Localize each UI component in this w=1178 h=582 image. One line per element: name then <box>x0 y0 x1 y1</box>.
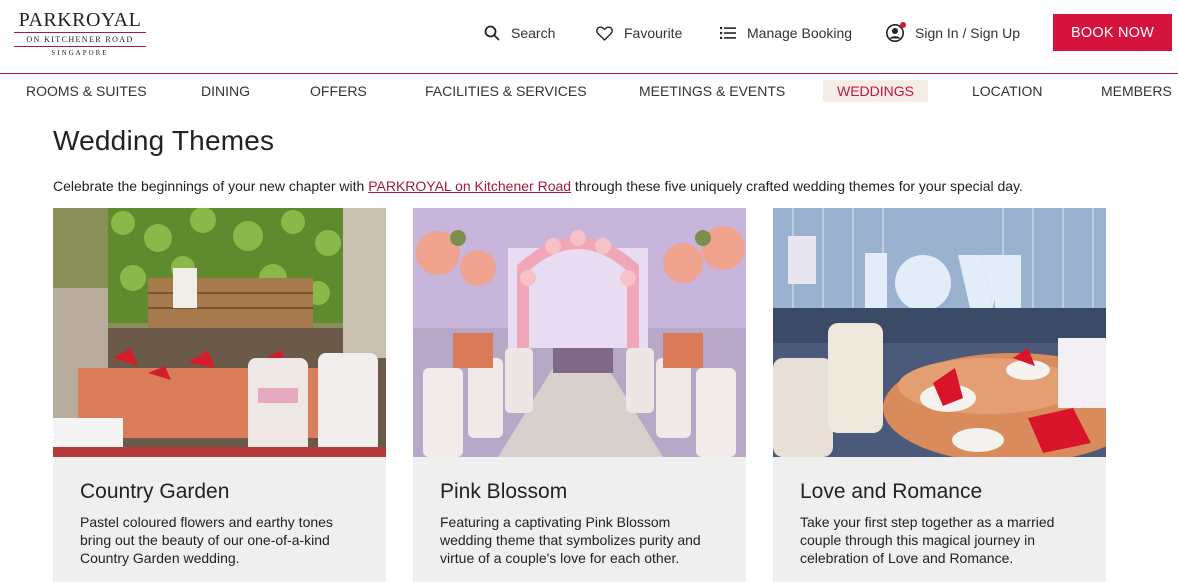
manage-booking-button[interactable]: Manage Booking <box>720 22 852 44</box>
intro-after: through these five uniquely crafted wedd… <box>571 178 1023 194</box>
logo-divider-2 <box>14 46 146 47</box>
pink-blossom-photo <box>413 208 746 457</box>
nav-rooms-suites[interactable]: ROOMS & SUITES <box>26 80 147 102</box>
nav-dining[interactable]: DINING <box>201 80 250 102</box>
site-header: PARKROYAL ON KITCHENER ROAD SINGAPORE Se… <box>0 0 1178 74</box>
card-title: Country Garden <box>80 480 230 503</box>
hotel-link[interactable]: PARKROYAL on Kitchener Road <box>368 178 571 194</box>
favourite-label: Favourite <box>624 25 683 41</box>
brand-logo[interactable]: PARKROYAL ON KITCHENER ROAD SINGAPORE <box>14 9 146 57</box>
main-nav: ROOMS & SUITES DINING OFFERS FACILITIES … <box>0 74 1178 108</box>
card-title: Love and Romance <box>800 480 983 503</box>
search-label: Search <box>511 25 556 41</box>
page-title: Wedding Themes <box>53 125 275 156</box>
love-and-romance-photo <box>773 208 1106 457</box>
intro-text: Celebrate the beginnings of your new cha… <box>53 178 1023 194</box>
card-title: Pink Blossom <box>440 480 568 503</box>
search-button[interactable]: Search <box>484 22 555 44</box>
manage-booking-label: Manage Booking <box>747 25 853 41</box>
sign-in-label: Sign In / Sign Up <box>915 25 1021 41</box>
nav-location[interactable]: LOCATION <box>972 80 1043 102</box>
sign-in-button[interactable]: Sign In / Sign Up <box>886 22 1020 44</box>
search-icon <box>484 25 500 41</box>
nav-weddings[interactable]: WEDDINGS <box>823 80 928 102</box>
country-garden-photo <box>53 208 386 457</box>
nav-offers[interactable]: OFFERS <box>310 80 367 102</box>
intro-before: Celebrate the beginnings of your new cha… <box>53 178 369 194</box>
card-description: Featuring a captivating Pink Blossom wed… <box>440 514 701 566</box>
list-icon <box>720 27 736 39</box>
nav-meetings-events[interactable]: MEETINGS & EVENTS <box>639 80 785 102</box>
heart-icon <box>596 26 613 41</box>
logo-divider <box>14 32 146 33</box>
theme-card-pink-blossom[interactable]: Pink Blossom Featuring a captivating Pin… <box>413 208 746 582</box>
brand-city: SINGAPORE <box>51 49 109 57</box>
brand-name: PARKROYAL <box>18 9 142 31</box>
card-description: Pastel coloured flowers and earthy tones… <box>80 514 333 566</box>
card-description: Take your first step together as a marri… <box>800 514 1055 566</box>
theme-card-country-garden[interactable]: Country Garden Pastel coloured flowers a… <box>53 208 386 582</box>
book-now-button[interactable]: BOOK NOW <box>1053 14 1172 51</box>
favourite-button[interactable]: Favourite <box>596 22 682 44</box>
brand-subtitle: ON KITCHENER ROAD <box>26 35 134 44</box>
theme-card-love-and-romance[interactable]: Love and Romance Take your first step to… <box>773 208 1106 582</box>
user-avatar <box>886 22 906 42</box>
nav-facilities-services[interactable]: FACILITIES & SERVICES <box>425 80 587 102</box>
notification-dot <box>900 22 906 28</box>
nav-members[interactable]: MEMBERS <box>1101 80 1172 102</box>
